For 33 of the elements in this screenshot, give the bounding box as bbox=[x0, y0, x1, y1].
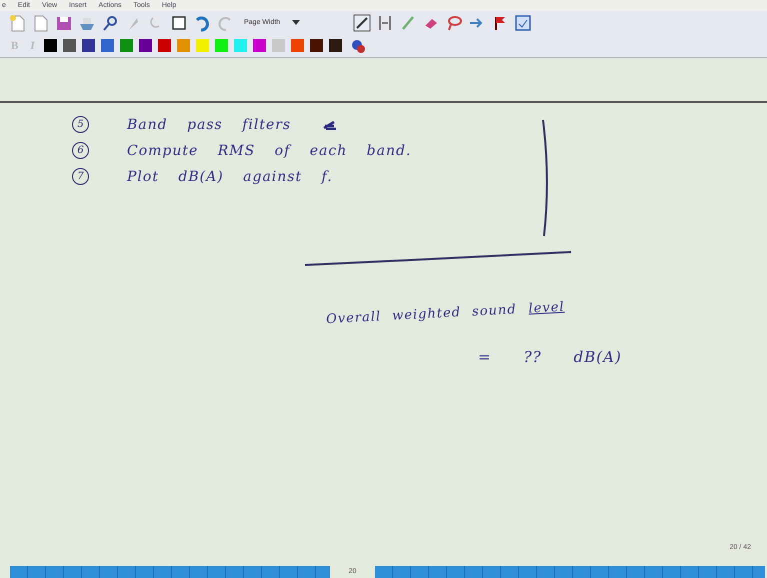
color-swatch[interactable] bbox=[120, 39, 133, 52]
color-swatch[interactable] bbox=[272, 39, 285, 52]
circled-number: 5 bbox=[72, 116, 89, 133]
page-scroll-track[interactable] bbox=[10, 566, 330, 578]
color-swatch[interactable] bbox=[196, 39, 209, 52]
handwritten-text: ?? bbox=[524, 348, 542, 366]
color-swatch[interactable] bbox=[328, 39, 342, 52]
color-swatch[interactable] bbox=[252, 39, 266, 52]
color-swatch[interactable] bbox=[138, 39, 152, 52]
handwritten-text: dB(A) bbox=[574, 348, 622, 366]
color-swatch[interactable] bbox=[310, 39, 323, 52]
pen-icon[interactable] bbox=[352, 12, 372, 32]
color-swatch[interactable] bbox=[158, 39, 171, 52]
handwritten-text: level bbox=[528, 300, 565, 317]
caret-icon bbox=[292, 20, 300, 26]
color-swatch[interactable] bbox=[176, 39, 190, 52]
color-swatch[interactable] bbox=[214, 39, 228, 52]
handwritten-text: Plot dB(A) against f. bbox=[127, 168, 333, 184]
color-swatch[interactable] bbox=[100, 39, 114, 52]
circled-number: 6 bbox=[72, 142, 89, 159]
handwritten-text: = bbox=[478, 348, 492, 366]
color-swatch[interactable] bbox=[82, 39, 95, 52]
color-swatch[interactable] bbox=[234, 39, 247, 52]
handwritten-text: Overall weighted sound bbox=[326, 302, 518, 328]
circled-number: 7 bbox=[72, 168, 89, 185]
handwritten-text: Band pass filters bbox=[127, 116, 292, 132]
color-swatch[interactable] bbox=[44, 39, 57, 52]
handwritten-text: Compute RMS of each band. bbox=[127, 142, 412, 158]
window-icon[interactable] bbox=[513, 12, 534, 32]
ink-scribble-icon bbox=[322, 120, 338, 130]
color-swatch[interactable] bbox=[290, 39, 304, 52]
color-swatch[interactable] bbox=[62, 39, 76, 52]
page-scroll-track[interactable] bbox=[375, 566, 765, 578]
